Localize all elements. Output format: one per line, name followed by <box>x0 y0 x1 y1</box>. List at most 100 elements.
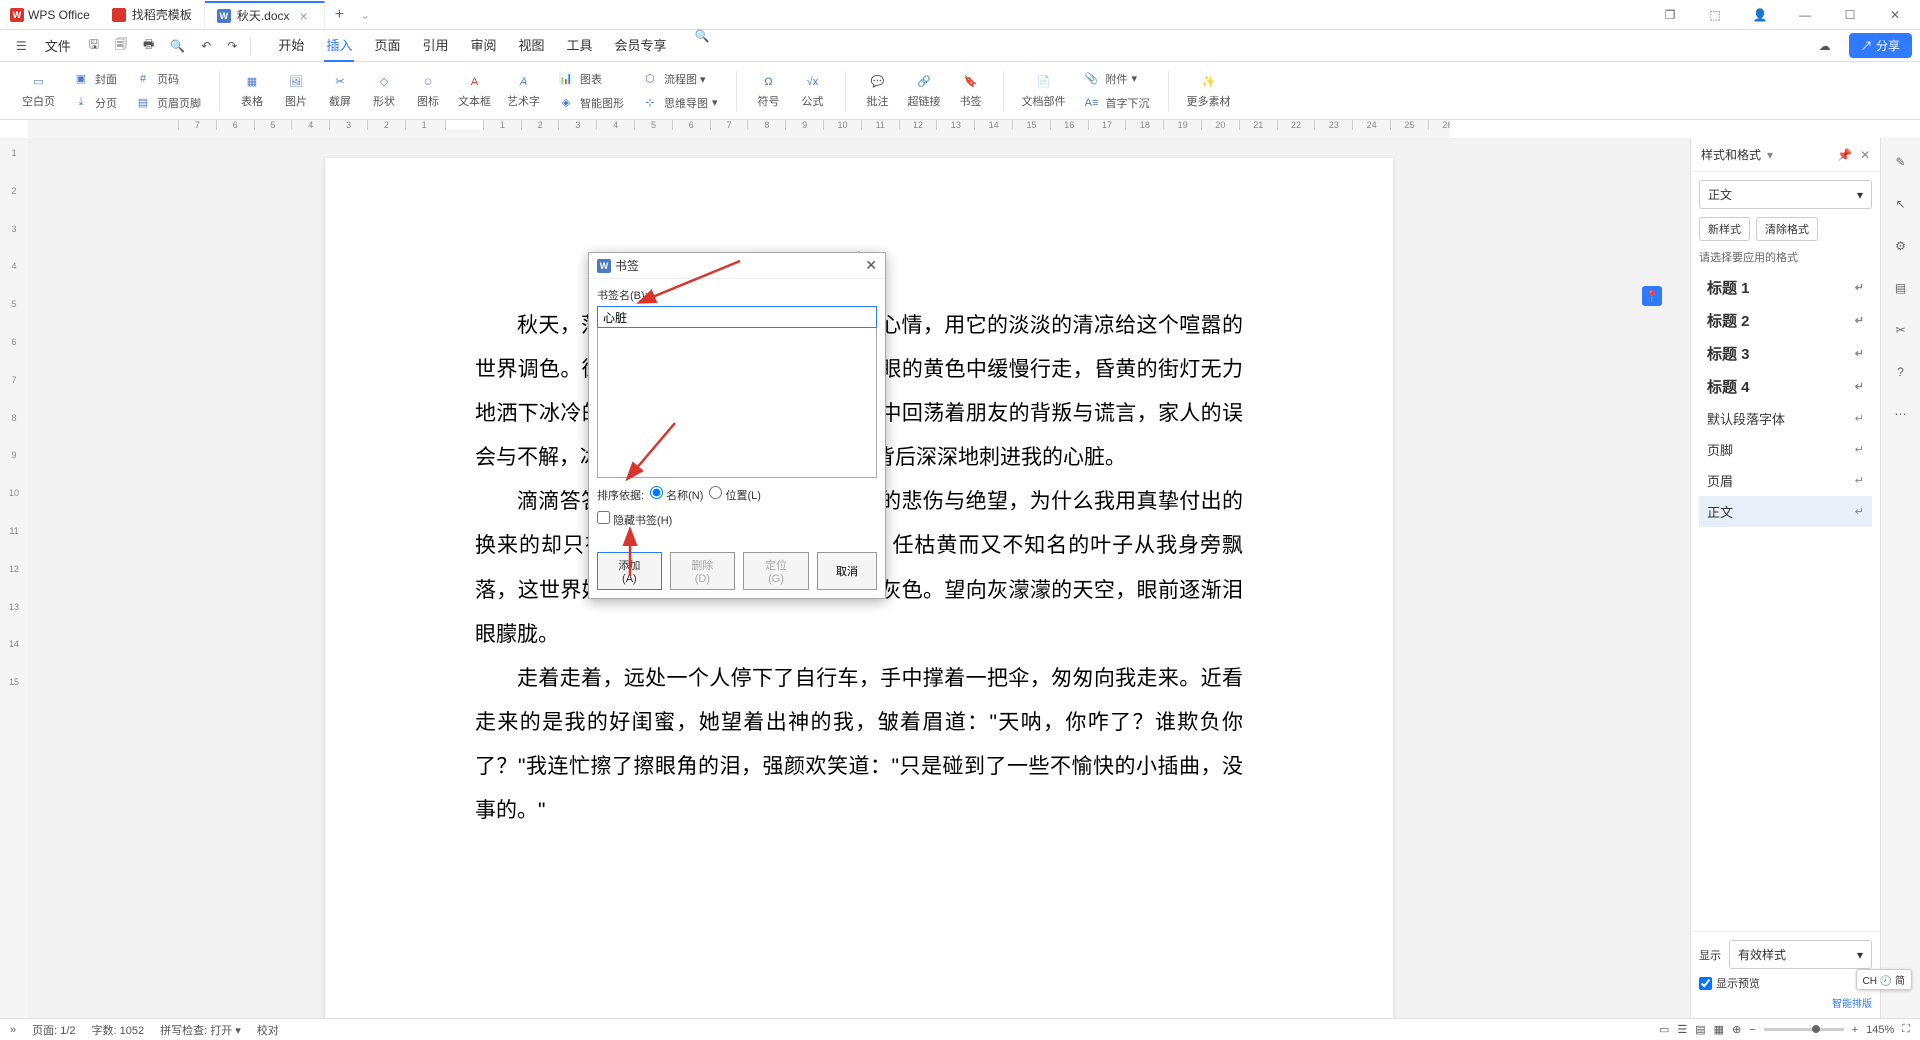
close-window-icon[interactable]: ✕ <box>1880 0 1910 30</box>
ruler-vertical[interactable]: 123456789101112131415 <box>0 138 28 1018</box>
help-icon[interactable]: ? <box>1889 360 1913 384</box>
comment-button[interactable]: 💬批注 <box>858 71 898 111</box>
pin-icon[interactable]: 📌 <box>1837 148 1852 162</box>
view-single-icon[interactable]: ▭ <box>1659 1023 1669 1036</box>
view-outline-icon[interactable]: ▤ <box>1695 1023 1705 1036</box>
style-item-h1[interactable]: 标题 1↵ <box>1699 271 1872 304</box>
style-item-h3[interactable]: 标题 3↵ <box>1699 337 1872 370</box>
wordart-button[interactable]: A艺术字 <box>501 71 546 111</box>
shape-button[interactable]: ◇形状 <box>364 71 404 111</box>
minimize-icon[interactable]: — <box>1790 0 1820 30</box>
save-icon[interactable]: 🖫 <box>81 30 107 61</box>
show-filter-select[interactable]: 有效样式▾ <box>1729 940 1872 969</box>
maximize-icon[interactable]: ☐ <box>1835 0 1865 30</box>
zoom-value[interactable]: 145% <box>1866 1024 1894 1036</box>
style-item-h2[interactable]: 标题 2↵ <box>1699 304 1872 337</box>
zoom-out-icon[interactable]: − <box>1749 1024 1755 1036</box>
tab-template[interactable]: 找稻壳模板 <box>100 1 205 29</box>
cover-button[interactable]: ▣封面 <box>65 68 123 90</box>
sort-name-radio[interactable]: 名称(N) <box>650 486 703 503</box>
print-icon[interactable]: 🖶 <box>135 30 162 61</box>
flowchart-button[interactable]: ⬡流程图 ▾ <box>634 68 724 90</box>
blank-page-button[interactable]: ▭空白页 <box>16 71 61 111</box>
tab-close-icon[interactable]: × <box>296 8 312 24</box>
avatar-icon[interactable]: 👤 <box>1745 0 1775 30</box>
chart-button[interactable]: 📊图表 <box>550 68 630 90</box>
file-menu[interactable]: 文件 <box>35 36 81 55</box>
menu-page[interactable]: 页面 <box>372 29 402 62</box>
textbox-button[interactable]: A文本框 <box>452 71 497 111</box>
bookmark-list[interactable] <box>597 328 877 478</box>
zoom-slider[interactable] <box>1764 1028 1844 1031</box>
clear-format-button[interactable]: 清除格式 <box>1756 217 1818 241</box>
docparts-button[interactable]: 📄文档部件 <box>1016 71 1072 111</box>
pencil-icon[interactable]: ✎ <box>1889 150 1913 174</box>
box-icon[interactable]: ⬚ <box>1700 0 1730 30</box>
smartart-button[interactable]: ◈智能图形 <box>550 92 630 114</box>
mindmap-button[interactable]: ⊹思维导图 ▾ <box>634 92 724 114</box>
more-icon[interactable]: ⋯ <box>1889 402 1913 426</box>
current-style-select[interactable]: 正文▾ <box>1699 180 1872 209</box>
search-icon[interactable]: 🔍 <box>687 29 718 43</box>
dialog-close-icon[interactable]: ✕ <box>865 257 877 274</box>
header-footer-button[interactable]: ▤页眉页脚 <box>127 92 207 114</box>
sort-location-radio[interactable]: 位置(L) <box>709 486 761 503</box>
icon-button[interactable]: ☺图标 <box>408 71 448 111</box>
style-item-h4[interactable]: 标题 4↵ <box>1699 370 1872 403</box>
add-button[interactable]: 添加(A) <box>597 552 662 590</box>
fullscreen-icon[interactable]: ⛶ <box>1902 1023 1910 1036</box>
target-icon[interactable]: ⊕ <box>1732 1023 1741 1036</box>
style-item-default[interactable]: 默认段落字体↵ <box>1699 403 1872 434</box>
page-num-button[interactable]: #页码 <box>127 68 207 90</box>
hide-bookmark-checkbox[interactable]: 隐藏书签(H) <box>597 511 672 528</box>
more-button[interactable]: ✨更多素材 <box>1181 71 1237 111</box>
cloud-icon[interactable]: ☁ <box>1811 39 1839 53</box>
status-proof[interactable]: 校对 <box>249 1022 287 1038</box>
style-item-header[interactable]: 页眉↵ <box>1699 465 1872 496</box>
print-preview-icon[interactable]: 🗐 <box>107 30 135 61</box>
attachment-button[interactable]: 📎附件 ▾ <box>1076 68 1156 90</box>
settings-icon[interactable]: ⚙ <box>1889 234 1913 258</box>
menu-member[interactable]: 会员专享 <box>613 29 669 62</box>
location-marker-icon[interactable]: 📍 <box>1642 286 1662 306</box>
menu-review[interactable]: 审阅 <box>468 29 498 62</box>
close-panel-icon[interactable]: ✕ <box>1860 148 1870 162</box>
redo-icon[interactable]: ↷ <box>219 30 245 61</box>
hyperlink-button[interactable]: 🔗超链接 <box>902 71 947 111</box>
bookmark-name-input[interactable] <box>597 306 877 328</box>
view-web-icon[interactable]: ☰ <box>1677 1023 1687 1036</box>
ime-indicator[interactable]: CH 🕗 简 <box>1856 969 1912 990</box>
style-item-normal[interactable]: 正文↵ <box>1699 496 1872 527</box>
menu-reference[interactable]: 引用 <box>420 29 450 62</box>
screenshot-button[interactable]: ✂截屏 <box>320 71 360 111</box>
symbol-button[interactable]: Ω符号 <box>749 71 789 111</box>
cancel-button[interactable]: 取消 <box>817 552 877 590</box>
menu-start[interactable]: 开始 <box>276 29 306 62</box>
zoom-in-icon[interactable]: + <box>1852 1024 1858 1036</box>
hamburger-icon[interactable]: ☰ <box>8 30 35 61</box>
tab-document[interactable]: W 秋天.docx × <box>205 1 325 29</box>
new-style-button[interactable]: 新样式 <box>1699 217 1750 241</box>
tab-add-button[interactable]: + <box>325 6 354 24</box>
equation-button[interactable]: √x公式 <box>793 71 833 111</box>
smart-layout-link[interactable]: 智能排版 <box>1832 999 1872 1010</box>
layers-icon[interactable]: ▤ <box>1889 276 1913 300</box>
style-item-footer[interactable]: 页脚↵ <box>1699 434 1872 465</box>
picture-button[interactable]: 🖼图片 <box>276 71 316 111</box>
preview-checkbox[interactable]: 显示预览 <box>1699 975 1872 991</box>
ruler-horizontal[interactable]: 7654321 12345678910111213141516171819202… <box>28 120 1450 138</box>
menu-tools[interactable]: 工具 <box>565 29 595 62</box>
status-page[interactable]: 页面: 1/2 <box>24 1022 83 1038</box>
expand-icon[interactable]: » <box>10 1024 24 1036</box>
preview-icon[interactable]: 🔍 <box>162 30 193 61</box>
tools-icon[interactable]: ✂ <box>1889 318 1913 342</box>
menu-insert[interactable]: 插入 <box>324 29 354 62</box>
cursor-icon[interactable]: ↖ <box>1889 192 1913 216</box>
chevron-down-icon[interactable]: ⌄ <box>360 8 370 22</box>
status-spell[interactable]: 拼写检查: 打开 ▾ <box>152 1022 249 1038</box>
menu-view[interactable]: 视图 <box>517 29 547 62</box>
view-read-icon[interactable]: ▦ <box>1714 1023 1724 1036</box>
bookmark-button[interactable]: 🔖书签 <box>951 71 991 111</box>
table-button[interactable]: ▦表格 <box>232 71 272 111</box>
share-button[interactable]: ↗ 分享 <box>1849 33 1912 58</box>
